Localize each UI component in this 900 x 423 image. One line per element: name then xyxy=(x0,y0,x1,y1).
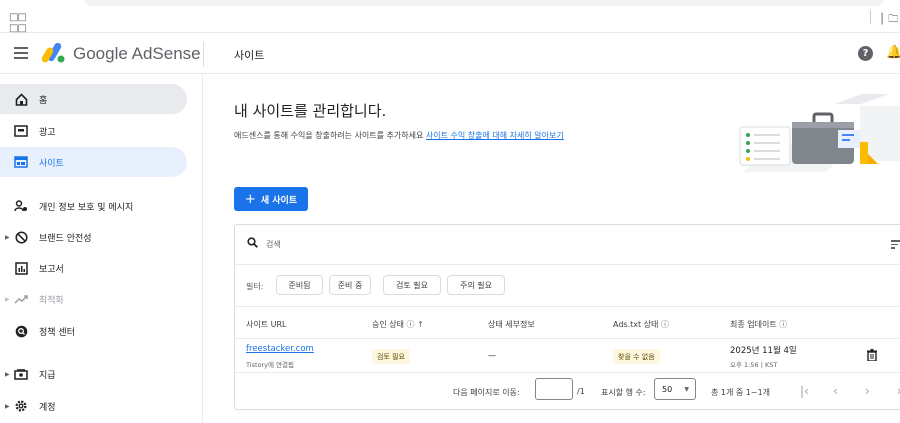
sidebar-item-policy-center[interactable]: 정책 센터 xyxy=(0,316,187,346)
column-header-url[interactable]: 사이트 URL xyxy=(246,319,287,330)
learn-more-link[interactable]: 사이트 수익 창출에 대해 자세히 알아보기 xyxy=(426,131,564,140)
sort-arrow-icon: ↑ xyxy=(417,320,424,329)
column-header-approval[interactable]: 승인 상태 ⓘ ↑ xyxy=(372,319,424,330)
apps-grid-icon[interactable]: □□ □□ xyxy=(9,12,27,34)
rows-per-page-value: 50 xyxy=(662,384,673,394)
column-header-label: Ads.txt 상태 xyxy=(613,320,659,329)
goto-page-label: 다음 페이지로 이동: xyxy=(453,388,520,397)
sidebar-item-reports[interactable]: 보고서 xyxy=(0,253,187,283)
sidebar-item-label: 홈 xyxy=(39,95,48,106)
updated-date: 2025년 11월 4일 xyxy=(730,346,797,356)
sidebar-item-label: 최적화 xyxy=(39,295,64,306)
header-divider xyxy=(203,42,204,67)
ads-icon xyxy=(14,124,28,138)
page-total: /1 xyxy=(577,387,585,396)
policy-icon xyxy=(14,324,28,338)
brand-name: Google AdSense xyxy=(73,44,201,63)
briefcase-illustration xyxy=(739,94,900,172)
row-range: 총 1개 중 1~1개 xyxy=(711,388,771,397)
rows-per-page-label: 표시할 행 수: xyxy=(601,388,646,397)
sidebar-item-label: 사이트 xyxy=(39,158,64,169)
trend-icon xyxy=(14,292,28,306)
updated-time: 오후 1:56 | KST xyxy=(730,361,778,369)
column-header-detail[interactable]: 상태 세부정보 xyxy=(488,319,535,330)
sidebar-item-optimization[interactable]: 최적화 xyxy=(0,284,187,314)
sidebar-item-label: 브랜드 안전성 xyxy=(39,233,92,244)
sidebar-item-sites[interactable]: 사이트 xyxy=(0,147,187,177)
first-page-icon[interactable]: |‹ xyxy=(800,384,809,398)
column-header-label: 승인 상태 xyxy=(372,320,404,329)
site-connection: Tistory에 연결됨 xyxy=(246,361,294,369)
table-header: 사이트 URL 승인 상태 ⓘ ↑ 상태 세부정보 Ads.txt 상태 ⓘ 최… xyxy=(235,307,900,339)
status-badge: 검토 필요 xyxy=(372,349,410,364)
subtitle-text: 애드센스를 통해 수익을 창출하려는 사이트를 추가하세요 xyxy=(234,131,424,140)
settings-icon xyxy=(14,399,28,413)
site-url-link[interactable]: freestacker.com xyxy=(246,344,314,354)
sidebar-item-privacy[interactable]: 개인 정보 보호 및 메시지 xyxy=(0,191,187,221)
block-icon xyxy=(14,230,28,244)
new-site-button[interactable]: + 새 사이트 xyxy=(234,187,308,211)
sidebar: 홈 광고 사이트 개인 정보 보호 및 메시지 ▶ 브랜드 안전성 보고서 ▶ … xyxy=(0,74,203,423)
filter-chip-needs-attention[interactable]: 주의 필요 xyxy=(447,275,505,295)
sidebar-item-home[interactable]: 홈 xyxy=(0,84,187,114)
filter-chip-ready[interactable]: 준비됨 xyxy=(276,275,323,295)
hamburger-menu-icon[interactable] xyxy=(14,47,28,62)
new-site-label: 새 사이트 xyxy=(260,195,298,206)
notification-bell-icon[interactable]: 🔔 xyxy=(886,45,900,60)
column-header-updated[interactable]: 최종 업데이트 ⓘ xyxy=(730,319,787,330)
filter-bar: 필터: 준비됨 준비 중 검토 필요 주의 필요 xyxy=(235,265,900,307)
main-content: 내 사이트를 관리합니다. 애드센스를 통해 수익을 창출하려는 사이트를 추가… xyxy=(204,74,900,423)
prev-page-icon[interactable]: ‹ xyxy=(833,384,838,398)
browser-toolbar: □□□□ │ 🗀 모 xyxy=(0,0,900,34)
help-circle-icon[interactable]: ⓘ xyxy=(407,320,415,329)
sidebar-item-label: 개인 정보 보호 및 메시지 xyxy=(39,202,134,213)
dropdown-arrow-icon: ▼ xyxy=(684,386,689,393)
home-icon xyxy=(14,92,28,106)
sidebar-item-brand-safety[interactable]: 브랜드 안전성 xyxy=(0,222,187,252)
table-row[interactable]: freestacker.com Tistory에 연결됨 검토 필요 — 찾을 … xyxy=(235,339,900,373)
delete-trash-icon[interactable] xyxy=(867,349,877,361)
address-bar[interactable] xyxy=(84,0,884,6)
next-page-icon[interactable]: › xyxy=(865,384,870,398)
sidebar-item-account[interactable]: 계정 xyxy=(0,391,187,421)
page-title: 사이트 xyxy=(234,49,265,62)
sidebar-item-label: 정책 센터 xyxy=(39,327,75,338)
help-circle-icon[interactable]: ⓘ xyxy=(779,320,787,329)
sites-table-card: 검색 필터: 준비됨 준비 중 검토 필요 주의 필요 사이트 URL 승인 상… xyxy=(234,224,900,410)
column-header-label: 최종 업데이트 xyxy=(730,320,777,329)
privacy-icon xyxy=(14,199,28,213)
filter-label: 필터: xyxy=(246,282,264,291)
payments-icon xyxy=(14,367,28,381)
rows-per-page-select[interactable]: 50 ▼ xyxy=(654,378,696,400)
sidebar-item-payments[interactable]: 지급 xyxy=(0,359,187,389)
search-bar[interactable]: 검색 xyxy=(235,225,900,265)
page-heading: 내 사이트를 관리합니다. xyxy=(234,102,387,120)
filter-list-icon[interactable] xyxy=(891,240,900,251)
sidebar-item-label: 계정 xyxy=(39,402,56,413)
search-icon xyxy=(247,237,258,248)
status-detail: — xyxy=(488,351,496,360)
filter-chip-needs-review[interactable]: 검토 필요 xyxy=(383,275,441,295)
help-circle-icon[interactable]: ⓘ xyxy=(661,320,669,329)
sidebar-item-label: 보고서 xyxy=(39,264,64,275)
app-header: Google AdSense 사이트 ? 🔔 xyxy=(0,34,900,74)
adsense-logo-icon xyxy=(42,42,65,63)
page-subtitle: 애드센스를 통해 수익을 창출하려는 사이트를 추가하세요 사이트 수익 창출에… xyxy=(234,130,564,141)
sites-icon xyxy=(14,155,28,169)
help-icon[interactable]: ? xyxy=(858,46,873,61)
filter-chip-preparing[interactable]: 준비 중 xyxy=(329,275,371,295)
sidebar-item-label: 지급 xyxy=(39,370,56,381)
sidebar-item-label: 광고 xyxy=(39,127,56,138)
pagination: 다음 페이지로 이동: /1 표시할 행 수: 50 ▼ 총 1개 중 1~1개… xyxy=(235,373,900,410)
report-icon xyxy=(14,261,28,275)
page-number-input[interactable] xyxy=(535,378,573,400)
sidebar-item-ads[interactable]: 광고 xyxy=(0,116,187,146)
column-header-adstxt[interactable]: Ads.txt 상태 ⓘ xyxy=(613,319,669,330)
search-input[interactable]: 검색 xyxy=(266,239,281,250)
bookmark-folder[interactable]: │ 🗀 모 xyxy=(870,10,900,25)
plus-icon: + xyxy=(244,191,256,207)
adstxt-badge: 찾을 수 없음 xyxy=(613,349,660,364)
